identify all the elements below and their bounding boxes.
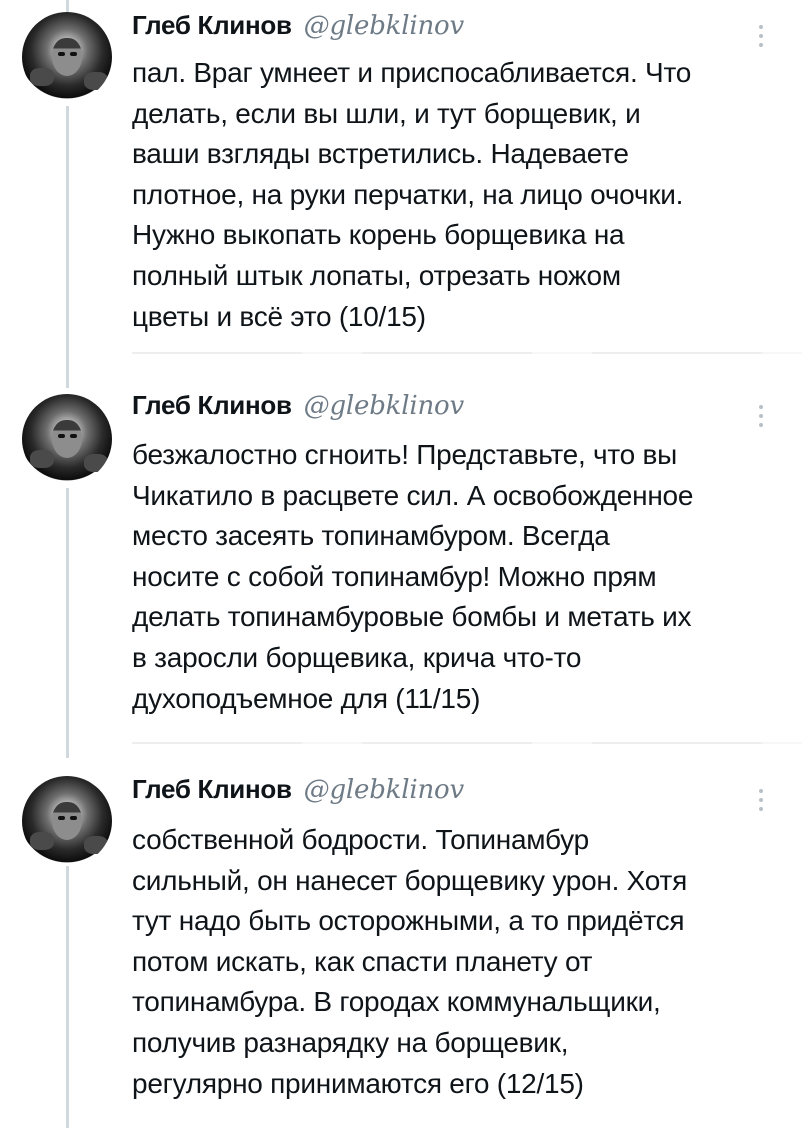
tweet-text: собственной бодрости. Топинамбур сильный… — [132, 824, 687, 1099]
more-vertical-icon[interactable] — [751, 400, 771, 432]
avatar-hand — [84, 72, 108, 90]
avatar[interactable] — [22, 394, 112, 484]
tweet-header: Глеб Клинов @glebklinov — [132, 10, 464, 50]
tweet-separator — [132, 352, 802, 354]
more-vertical-icon[interactable] — [751, 20, 771, 52]
tweet[interactable]: Глеб Клинов @glebklinov безжалостно сгно… — [0, 378, 802, 758]
avatar-hand — [30, 68, 54, 86]
author-name[interactable]: Глеб Клинов — [132, 10, 292, 41]
avatar-hand — [84, 836, 108, 854]
avatar-face — [52, 420, 82, 458]
avatar-eye — [70, 52, 77, 56]
tweet-text: безжалостно сгноить! Представьте, что вы… — [132, 439, 694, 714]
avatar-face — [52, 38, 82, 76]
avatar-face — [52, 802, 82, 840]
author-handle[interactable]: @glebklinov — [304, 391, 464, 421]
tweet[interactable]: Глеб Клинов @glebklinov собственной бодр… — [0, 760, 802, 1128]
avatar-eye — [70, 434, 77, 438]
avatar-hand — [30, 832, 54, 850]
tweet-text: пал. Враг умнеет и приспосабливается. Чт… — [132, 57, 692, 332]
author-name[interactable]: Глеб Клинов — [132, 390, 292, 421]
tweet-header: Глеб Клинов @glebklinov — [132, 390, 464, 430]
more-vertical-icon[interactable] — [751, 784, 771, 816]
avatar-eye — [58, 434, 65, 438]
tweet-header: Глеб Клинов @glebklinov — [132, 774, 464, 814]
avatar[interactable] — [22, 12, 112, 102]
author-handle[interactable]: @glebklinov — [304, 775, 464, 805]
tweet-separator — [132, 742, 802, 744]
author-handle[interactable]: @glebklinov — [304, 11, 464, 41]
avatar[interactable] — [22, 776, 112, 866]
tweet[interactable]: Глеб Клинов @glebklinov пал. Враг умнеет… — [0, 0, 802, 370]
avatar-eye — [58, 816, 65, 820]
avatar-eye — [70, 816, 77, 820]
avatar-hand — [84, 454, 108, 472]
avatar-eye — [58, 52, 65, 56]
author-name[interactable]: Глеб Клинов — [132, 774, 292, 805]
avatar-hand — [30, 450, 54, 468]
